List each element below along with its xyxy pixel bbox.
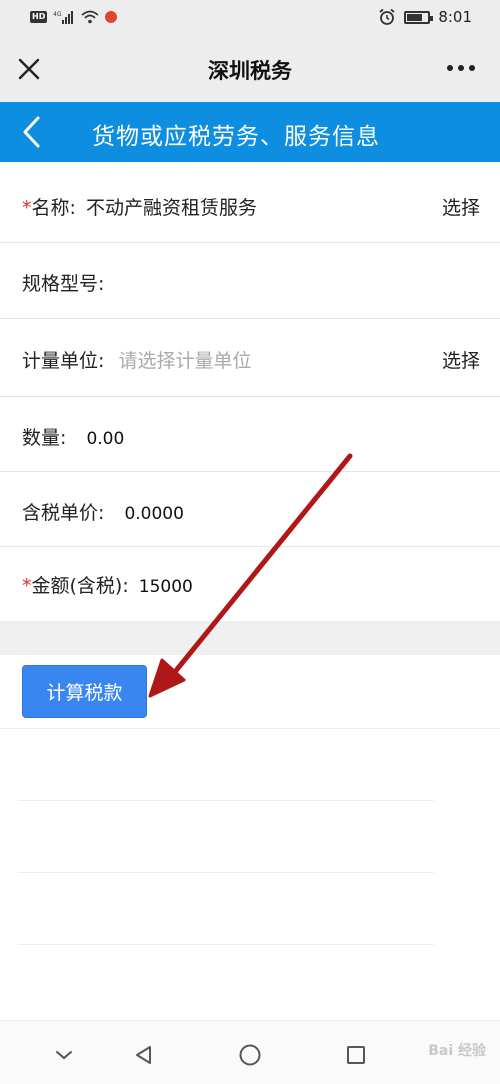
home-circle-icon[interactable] <box>238 1043 262 1067</box>
divider <box>18 872 434 873</box>
unit-label: 计量单位: <box>22 350 105 372</box>
section-title: 货物或应税劳务、服务信息 <box>92 124 380 150</box>
calculate-tax-button[interactable]: 计算税款 <box>22 665 147 718</box>
quantity-row[interactable]: 数量: 0.00 <box>0 397 500 472</box>
signal-icon: 4G <box>53 11 74 24</box>
svg-text:4G: 4G <box>53 11 62 18</box>
required-mark: * <box>22 575 32 597</box>
divider <box>18 944 434 945</box>
name-row[interactable]: *名称: 不动产融资租赁服务 选择 <box>0 162 500 243</box>
page-title: 深圳税务 <box>208 59 292 83</box>
unit-price-label: 含税单价: <box>22 502 105 524</box>
unit-placeholder: 请选择计量单位 <box>118 350 252 372</box>
back-icon[interactable] <box>16 114 50 150</box>
title-bar: 深圳税务 <box>0 36 500 102</box>
amount-label: 金额(含税): <box>31 575 129 597</box>
section-divider <box>0 621 500 655</box>
unit-select-button[interactable]: 选择 <box>442 346 480 373</box>
battery-icon <box>404 10 434 24</box>
spec-row[interactable]: 规格型号: <box>0 243 500 319</box>
collapse-icon[interactable] <box>52 1043 76 1067</box>
back-triangle-icon[interactable] <box>132 1043 156 1067</box>
unit-row[interactable]: 计量单位: 请选择计量单位 选择 <box>0 319 500 397</box>
quantity-label: 数量: <box>22 427 67 449</box>
status-left: HD 4G <box>30 10 118 24</box>
amount-row[interactable]: *金额(含税): 15000 <box>0 547 500 621</box>
watermark: Bai 经验 <box>428 1043 486 1059</box>
system-nav-bar <box>0 1020 500 1084</box>
hd-icon: HD <box>30 11 48 23</box>
status-right: 8:01 <box>378 8 472 26</box>
notification-icon <box>105 11 118 23</box>
name-value: 不动产融资租赁服务 <box>85 197 257 219</box>
divider <box>18 800 434 801</box>
required-mark: * <box>22 197 32 219</box>
unit-price-input[interactable]: 0.0000 <box>124 504 183 524</box>
divider <box>0 728 500 729</box>
alarm-icon <box>379 8 395 25</box>
amount-input[interactable]: 15000 <box>139 577 193 597</box>
status-bar: HD 4G 8:01 <box>0 0 500 36</box>
spec-label: 规格型号: <box>22 273 105 295</box>
status-time: 8:01 <box>438 8 472 26</box>
unit-price-row[interactable]: 含税单价: 0.0000 <box>0 472 500 547</box>
wifi-icon <box>81 10 99 24</box>
recent-square-icon[interactable] <box>344 1043 368 1067</box>
more-icon[interactable] <box>444 56 478 80</box>
name-select-button[interactable]: 选择 <box>442 193 480 220</box>
quantity-input[interactable]: 0.00 <box>86 429 124 449</box>
section-header: 货物或应税劳务、服务信息 <box>0 102 500 162</box>
name-label: 名称: <box>31 197 76 219</box>
